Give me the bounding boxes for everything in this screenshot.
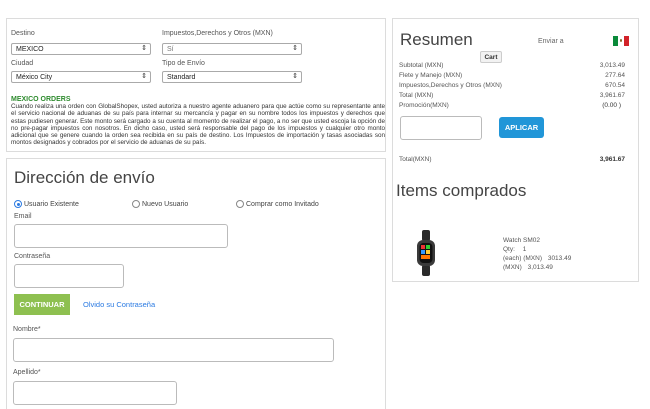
apply-promo-button[interactable]: APLICAR [499, 117, 544, 138]
promo-code-input[interactable] [400, 116, 482, 140]
ciudad-value: México City [16, 74, 53, 81]
item-qty-value: 1 [522, 246, 527, 253]
forgot-password-link[interactable]: Olvido su Contraseña [83, 300, 155, 309]
item-subtotal-label: (MXN) [503, 264, 522, 271]
impuestos-select[interactable]: Sí ⇕ [162, 43, 302, 55]
mexico-flag-icon [613, 36, 629, 46]
summary-row-label: Subtotal (MXN) [399, 62, 444, 69]
radio-dot[interactable] [132, 200, 140, 208]
item-qty-row: Qty: 1 [503, 245, 571, 254]
radio-guest[interactable]: Comprar como Invitado [236, 200, 319, 208]
radio-existing-label: Usuario Existente [24, 200, 79, 208]
summary-row-subtotal: Subtotal (MXN) 3,013.49 [399, 62, 625, 69]
summary-row-value: 3,013.49 [599, 62, 625, 69]
radio-existing-user[interactable]: Usuario Existente [14, 200, 79, 208]
ciudad-select[interactable]: México City ⇕ [11, 71, 151, 83]
summary-row-total: Total (MXN) 3,961.67 [399, 92, 625, 99]
email-label: Email [14, 213, 32, 220]
password-label: Contraseña [14, 253, 51, 260]
item-each-value: 3013.49 [547, 255, 572, 262]
impuestos-value: Sí [167, 46, 174, 53]
item-subtotal-value: 3,013.49 [527, 264, 553, 271]
item-qty-label: Qty: [503, 246, 515, 253]
select-arrows-icon: ⇕ [141, 73, 147, 80]
product-watch-image [416, 230, 436, 276]
apellido-field[interactable] [13, 381, 177, 405]
item-details: Watch SM02 Qty: 1 (each) (MXN) 3013.49 (… [503, 236, 571, 272]
summary-row-label: Total (MXN) [399, 92, 434, 99]
total-label: Total(MXN) [399, 156, 432, 163]
tipo-envio-select[interactable]: Standard ⇕ [162, 71, 302, 83]
shipping-title: Dirección de envío [14, 168, 155, 187]
customs-notice-text: Cuando realiza una orden con GlobalShope… [11, 103, 385, 147]
destino-label: Destino [11, 30, 35, 37]
total-value: 3,961.67 [599, 156, 625, 163]
password-field[interactable] [14, 264, 124, 288]
select-arrows-icon: ⇕ [292, 45, 298, 52]
destino-value: MEXICO [16, 46, 44, 53]
summary-row-label: Promoción(MXN) [399, 102, 449, 109]
summary-row-value: 277.64 [605, 72, 625, 79]
tipo-envio-label: Tipo de Envío [162, 60, 205, 67]
summary-row-taxes: Impuestos,Derechos y Otros (MXN) 670.54 [399, 82, 625, 89]
tipo-envio-value: Standard [167, 74, 196, 81]
summary-row-shipping: Flete y Manejo (MXN) 277.64 [399, 72, 625, 79]
item-each-row: (each) (MXN) 3013.49 [503, 254, 571, 263]
item-name: Watch SM02 [503, 237, 540, 244]
radio-new-label: Nuevo Usuario [142, 200, 189, 208]
nombre-label: Nombre* [13, 326, 41, 333]
nombre-field[interactable] [13, 338, 334, 362]
summary-title: Resumen [400, 30, 473, 49]
continue-button[interactable]: CONTINUAR [14, 294, 70, 315]
ciudad-label: Ciudad [11, 60, 34, 67]
item-subtotal-row: (MXN) 3,013.49 [503, 263, 571, 272]
summary-final-total: Total(MXN) 3,961.67 [399, 156, 625, 163]
radio-new-user[interactable]: Nuevo Usuario [132, 200, 188, 208]
impuestos-label: Impuestos,Derechos y Otros (MXN) [162, 30, 273, 37]
customs-notice-title: MEXICO ORDERS [11, 96, 71, 103]
items-title: Items comprados [396, 181, 527, 200]
summary-row-value: 3,961.67 [599, 92, 625, 99]
destino-select[interactable]: MEXICO ⇕ [11, 43, 151, 55]
ship-to-label: Enviar a [538, 38, 564, 45]
email-field[interactable] [14, 224, 228, 248]
radio-dot-selected[interactable] [14, 200, 22, 208]
summary-row-label: Flete y Manejo (MXN) [399, 72, 463, 79]
summary-row-label: Impuestos,Derechos y Otros (MXN) [399, 82, 502, 89]
select-arrows-icon: ⇕ [292, 73, 298, 80]
select-arrows-icon: ⇕ [141, 45, 147, 52]
item-each-label: (each) (MXN) [503, 255, 543, 262]
summary-row-value: 670.54 [605, 82, 625, 89]
apellido-label: Apellido* [13, 369, 41, 376]
summary-row-value: (0.00 ) [602, 102, 621, 109]
radio-dot[interactable] [236, 200, 244, 208]
radio-guest-label: Comprar como Invitado [246, 200, 319, 208]
summary-row-promo: Promoción(MXN) (0.00 ) [399, 102, 625, 109]
